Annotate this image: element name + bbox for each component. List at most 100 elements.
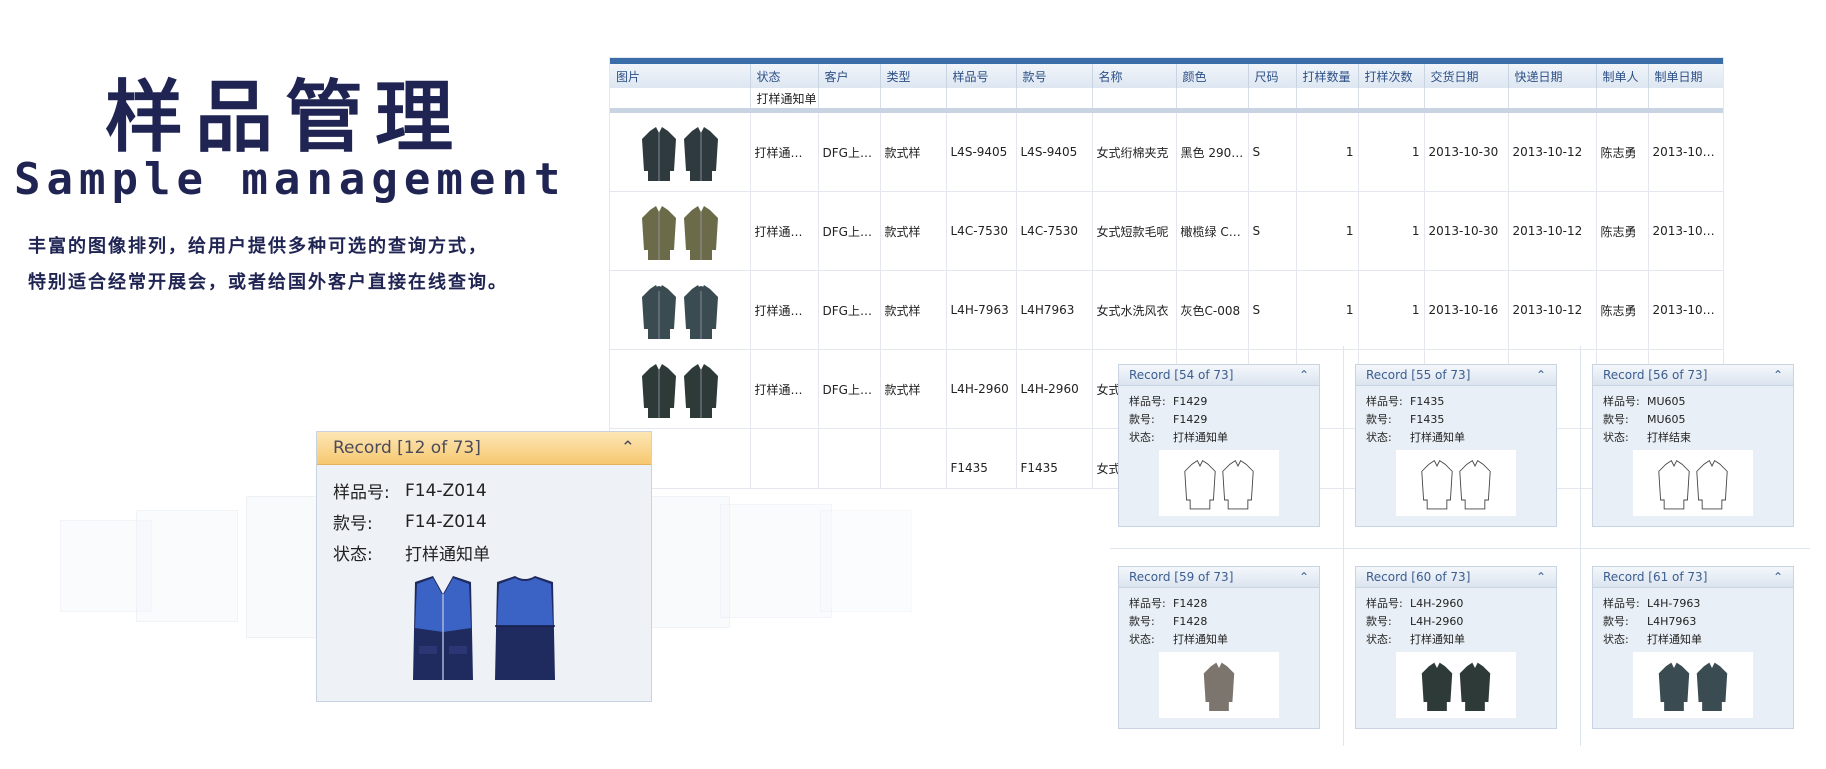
sample-no-value: MU605 [1647,394,1686,408]
cell-delivery: 2013-10-16 [1424,270,1509,350]
sample-no-label: 样品号: [1603,395,1640,408]
collapse-icon[interactable]: ⌃ [1773,368,1783,382]
column-header[interactable]: 图片 [610,64,751,88]
column-header[interactable]: 客户 [818,64,881,88]
sample-no-value: F1435 [1410,394,1445,408]
status-label: 状态: [1129,431,1155,444]
cell-customer: DFG上… [818,110,881,192]
record-card[interactable]: Record [55 of 73] ⌃ 样品号: F1435 款号: F1435 状态: 打样… [1355,364,1557,527]
sample-no-value: L4H-2960 [1410,596,1464,610]
record-card[interactable]: Record [60 of 73] ⌃ 样品号: L4H-2960 款号: L4H-296… [1355,566,1557,729]
column-header[interactable]: 名称 [1092,64,1177,88]
record-card-header[interactable]: Record [55 of 73] ⌃ [1356,365,1556,386]
style-no-value: MU605 [1647,412,1686,426]
status-value: 打样结束 [1647,431,1691,444]
column-header[interactable]: 打样数量 [1296,64,1359,88]
column-header[interactable]: 款号 [1016,64,1093,88]
record-card-header[interactable]: Record [54 of 73] ⌃ [1119,365,1319,386]
cell-sample-no: L4H-2960 [946,349,1017,429]
collapse-icon[interactable]: ⌃ [621,438,635,458]
cell-made: 2013-10-12 [1648,110,1723,192]
record-card-header[interactable]: Record [59 of 73] ⌃ [1119,567,1319,588]
column-header[interactable]: 制单人 [1596,64,1649,88]
status-label: 状态: [1603,431,1629,444]
table-row[interactable]: 打样通知单 DFG上… 款式样 L4S-9405 L4S-9405 女式绗棉夹克 黑色 29… [610,110,1723,192]
collapse-icon[interactable]: ⌃ [1536,368,1546,382]
garment-image [1633,652,1753,718]
record-card-header[interactable]: Record [12 of 73] ⌃ [317,432,651,465]
column-header[interactable]: 状态 [750,64,819,88]
sample-no-label: 样品号: [1129,395,1166,408]
column-header[interactable]: 制单日期 [1648,64,1723,88]
style-no-label: 款号: [1603,413,1629,426]
filter-status-cell[interactable]: 打样通知单 [750,88,819,113]
cell-maker: 陈志勇 [1596,270,1649,350]
ghost-card [648,496,730,628]
cell-delivery: 2013-10-30 [1424,110,1509,192]
style-no-value: F1429 [1173,412,1208,426]
table-row[interactable]: 打样通知单 DFG上… 款式样 L4C-7530 L4C-7530 女式短款毛呢 橄榄绿 C… [610,191,1723,271]
status-value: 打样通知单 [1173,431,1228,444]
grid-header-row: 图片 状态 客户 类型 样品号 款号 名称 颜色 尺码 打样数量 打样次数 交货日期 快递日期 制单人 制单… [610,64,1723,88]
cell-customer: DFG上… [818,349,881,429]
cell-type: 款式样 [880,270,947,350]
garment-icon [682,121,720,183]
record-card[interactable]: Record [61 of 73] ⌃ 样品号: L4H-7963 款号: L4H7963… [1592,566,1794,729]
grid-filter-row[interactable]: 打样通知单 [610,88,1723,113]
cell-style-no: L4H7963 [1016,270,1093,350]
record-card-title: Record [60 of 73] [1366,570,1471,584]
cell-times: 1 [1358,110,1425,192]
sample-no-value: F14-Z014 [405,480,487,501]
cell-name: 女式短款毛呢 [1092,191,1177,271]
collapse-icon[interactable]: ⌃ [1536,570,1546,584]
description-line-2: 特别适合经常开展会，或者给国外客户直接在线查询。 [28,272,508,293]
garment-icon [682,358,720,420]
collapse-icon[interactable]: ⌃ [1773,570,1783,584]
garment-image [1396,652,1516,718]
page-title: 样品管理 [104,73,465,163]
sample-no-value: L4H-7963 [1647,596,1701,610]
column-header[interactable]: 交货日期 [1424,64,1509,88]
garment-icon [640,279,678,341]
cell-color: 橄榄绿 C-… [1176,191,1249,271]
column-header[interactable]: 尺码 [1248,64,1297,88]
style-no-value: F1435 [1410,412,1445,426]
column-header[interactable]: 样品号 [946,64,1017,88]
thumbnail-cell[interactable] [610,349,751,429]
record-card-header[interactable]: Record [60 of 73] ⌃ [1356,567,1556,588]
column-header[interactable]: 颜色 [1176,64,1249,88]
record-card-header[interactable]: Record [61 of 73] ⌃ [1593,567,1793,588]
collapse-icon[interactable]: ⌃ [1299,570,1309,584]
thumbnail-cell[interactable] [610,191,751,271]
garment-icon [640,358,678,420]
style-no-label: 款号: [1129,413,1155,426]
column-header[interactable]: 快递日期 [1508,64,1597,88]
record-card[interactable]: Record [56 of 73] ⌃ 样品号: MU605 款号: MU605 状态: 打样… [1592,364,1794,527]
record-card[interactable]: Record [54 of 73] ⌃ 样品号: F1429 款号: F1429 状态: 打样… [1118,364,1320,527]
record-card-title: Record [55 of 73] [1366,368,1471,382]
status-label: 状态: [1366,633,1392,646]
column-header[interactable]: 打样次数 [1358,64,1425,88]
sample-no-label: 样品号: [1366,395,1403,408]
thumbnail-cell[interactable] [610,270,751,350]
sample-no-value: F1429 [1173,394,1208,408]
record-card-header[interactable]: Record [56 of 73] ⌃ [1593,365,1793,386]
cell-times: 1 [1358,270,1425,350]
cell-style-no: L4C-7530 [1016,191,1093,271]
collapse-icon[interactable]: ⌃ [1299,368,1309,382]
style-no-value: L4H-2960 [1410,614,1464,628]
sample-no-label: 样品号: [1129,597,1166,610]
sample-no-label: 样品号: [1603,597,1640,610]
table-row[interactable]: 打样通知单 DFG上… 款式样 L4H-7963 L4H7963 女式水洗风衣 灰色C-00… [610,270,1723,350]
thumbnail-cell[interactable] [610,110,751,192]
cell-name: 女式绗棉夹克 [1092,110,1177,192]
cell-status: 打样通知单 [750,191,819,271]
status-label: 状态: [1366,431,1392,444]
cell-sample-no: L4H-7963 [946,270,1017,350]
record-card-main[interactable]: Record [12 of 73] ⌃ 样品号: F14-Z014 款号: F14-… [316,431,652,702]
record-card[interactable]: Record [59 of 73] ⌃ 样品号: F1428 款号: F1428 状态: 打样… [1118,566,1320,729]
cell-status: 打样通知单 [750,110,819,192]
cell-color: 黑色 290… [1176,110,1249,192]
column-header[interactable]: 类型 [880,64,947,88]
status-label: 状态: [333,545,373,565]
